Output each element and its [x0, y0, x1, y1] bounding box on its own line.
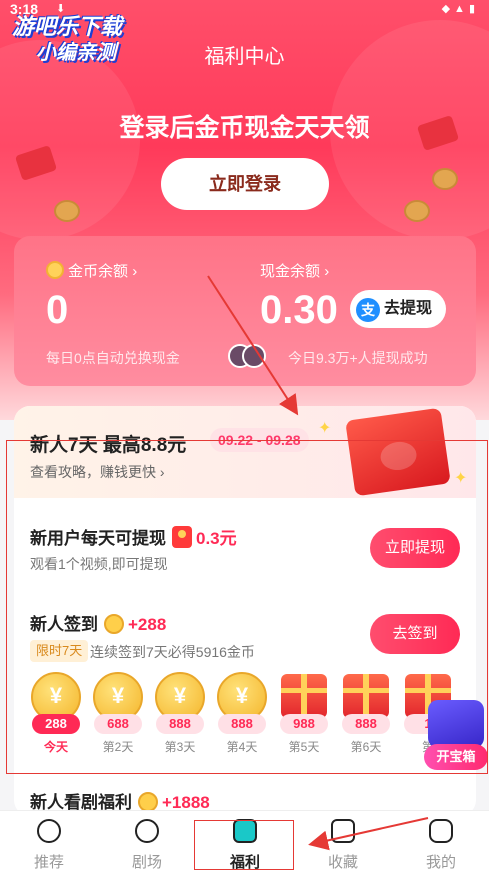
annotation-arrow	[308, 817, 429, 851]
annotation-arrow	[207, 275, 299, 416]
annotation-arrows	[207, 275, 429, 851]
